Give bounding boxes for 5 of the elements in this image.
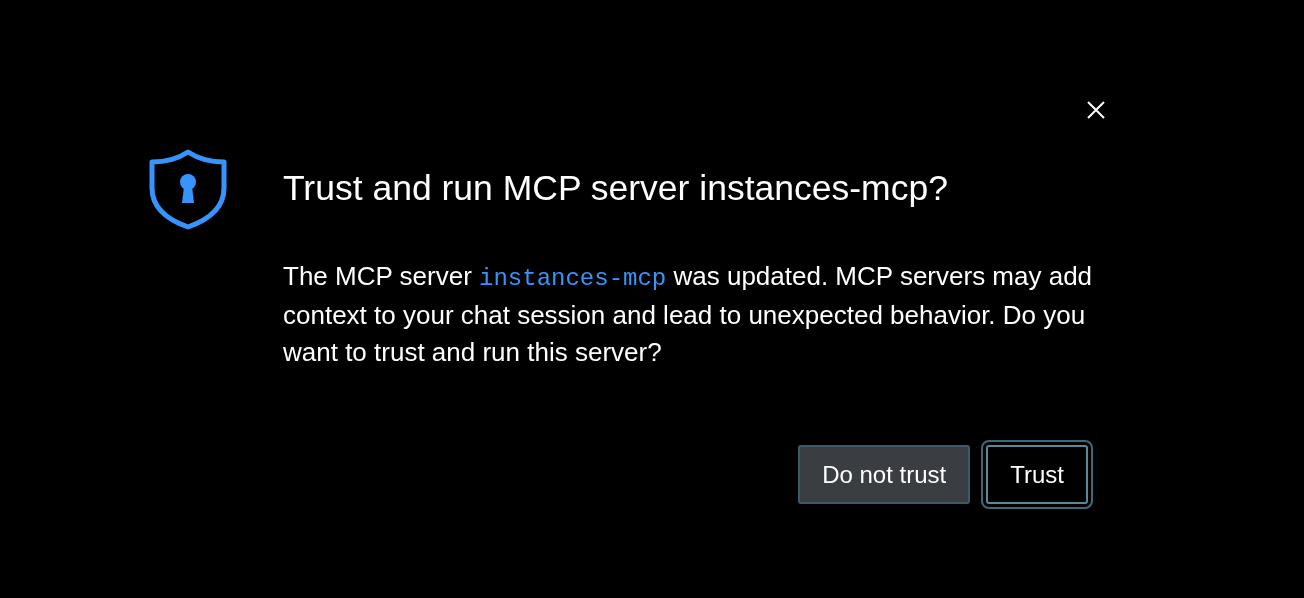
dialog-button[interactable]: Do not trust bbox=[798, 445, 971, 504]
dialog-message: The MCP server instances-mcp was updated. MCP servers may add context to your chat session and lead to unexpected behavior. Do you want to trust and run this server? bbox=[283, 260, 1094, 369]
dialog-title: Trust and run MCP server instances-mcp? bbox=[283, 168, 949, 208]
close-icon bbox=[1086, 100, 1106, 120]
shield-icon bbox=[148, 148, 228, 230]
